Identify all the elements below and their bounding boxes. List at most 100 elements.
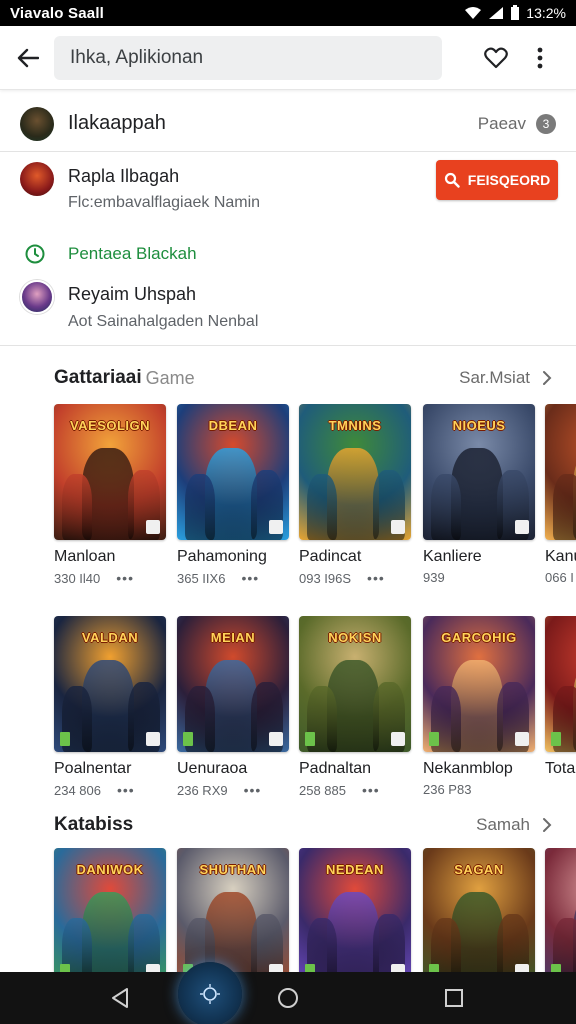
game-logo: MEIAN (210, 629, 256, 645)
game-title: Nekanmblop (423, 760, 513, 777)
game-card[interactable]: GARCOHIG Nekanmblop 236 P83 (423, 616, 535, 797)
suggestion-title: Reyaim Uhspah (68, 284, 197, 304)
wishlist-button[interactable] (480, 42, 512, 74)
suggestion-item[interactable]: Pentaea Blackah (0, 236, 576, 272)
section-header: Katabiss Samah (0, 810, 576, 840)
game-card[interactable]: SHUTHAN (177, 848, 289, 972)
games-carousel[interactable]: VAESOLIGN Manloan 330 Il40 ••• DBEAN Pahamoni… (0, 404, 576, 594)
see-more-label: Sar.Msiat (459, 368, 530, 387)
game-meta: 093 I96S ••• (299, 570, 411, 586)
game-card[interactable]: VAESOLIGN Manloan 330 Il40 ••• (54, 404, 166, 586)
more-dots-icon[interactable]: ••• (367, 570, 385, 586)
game-card[interactable]: DANIWOK (54, 848, 166, 972)
game-meta-text: 330 Il40 (54, 570, 101, 586)
game-logo: SHUTHAN (199, 861, 267, 877)
back-button[interactable] (12, 42, 44, 74)
game-card[interactable]: DBEAN Pahamoning 365 IIX6 ••• (177, 404, 289, 586)
game-card[interactable]: MEIAN Uenuraoa 236 RX9 ••• (177, 616, 289, 798)
game-card[interactable]: T Tota (545, 616, 576, 782)
suggestion-item[interactable]: Ilakaappah Paeav 3 (0, 96, 576, 152)
more-dots-icon[interactable]: ••• (362, 782, 380, 798)
suggestion-item[interactable]: Reyaim Uhspah Aot Sainahalgaden Nenbal (0, 276, 576, 346)
game-card[interactable]: NIOEUS Kanliere 939 (423, 404, 535, 585)
game-meta-text: 236 RX9 (177, 782, 228, 798)
suggestion-title: Pentaea Blackah (68, 244, 197, 263)
more-options-button[interactable] (530, 42, 550, 74)
suggestion-title: Ilakaappah (68, 112, 166, 134)
game-meta-text: 234 806 (54, 782, 101, 798)
game-title: Tota (545, 760, 576, 777)
game-card[interactable] (545, 848, 576, 972)
game-meta-text: 939 (423, 570, 445, 585)
section-title: Gattariaai (54, 367, 142, 388)
see-more-link[interactable]: Samah (476, 815, 552, 835)
game-meta: 236 P83 (423, 782, 535, 797)
chevron-right-icon (543, 371, 552, 385)
search-action-button[interactable]: FEISQEORD (436, 160, 558, 200)
game-card[interactable]: S Kanu 066 I (545, 404, 576, 585)
game-card[interactable]: NEDEAN (299, 848, 411, 972)
game-meta: 066 I (545, 570, 576, 585)
game-cover-image: VALDAN (54, 616, 166, 752)
avatar (20, 162, 54, 196)
more-dots-icon[interactable]: ••• (241, 570, 259, 586)
game-logo: S (551, 412, 576, 438)
nav-home-button[interactable] (258, 972, 318, 1024)
avatar (20, 106, 54, 141)
arrow-left-icon (17, 48, 39, 67)
game-card[interactable]: VALDAN Poalnentar 234 806 ••• (54, 616, 166, 798)
search-action-label: FEISQEORD (467, 172, 551, 188)
game-cover-image: NEDEAN (299, 848, 411, 972)
circle-home-icon (278, 988, 298, 1008)
search-query: Ihka, Aplikionan (70, 46, 204, 68)
assistant-button[interactable] (178, 962, 242, 1024)
section-header: Gattariaai Game Sar.Msiat (0, 363, 576, 393)
game-cover-image: NOKISN (299, 616, 411, 752)
game-meta-text: 066 I (545, 570, 574, 585)
more-dots-icon[interactable]: ••• (244, 782, 262, 798)
nav-back-button[interactable] (90, 972, 150, 1024)
section-title: Katabiss (54, 814, 134, 835)
game-card[interactable]: NOKISN Padnaltan 258 885 ••• (299, 616, 411, 798)
games-carousel[interactable]: VALDAN Poalnentar 234 806 ••• MEIAN Uenuraoa 2… (0, 616, 576, 806)
suggestion-subtitle: Flc:embavalflagiaek Namin (68, 194, 261, 211)
game-title: Pahamoning (177, 548, 267, 565)
search-input[interactable]: Ihka, Aplikionan (54, 35, 442, 80)
game-logo: VAESOLIGN (69, 417, 151, 433)
game-logo: T (551, 624, 576, 650)
game-logo: NIOEUS (452, 417, 506, 433)
rating-badge-icon (269, 520, 283, 534)
game-title: Kanu (545, 548, 576, 565)
see-more-link[interactable]: Sar.Msiat (459, 368, 552, 388)
game-title: Poalnentar (54, 760, 132, 777)
age-rating-icon (551, 964, 561, 972)
suggestion-meta: Paeav 3 (478, 113, 556, 134)
game-logo: VALDAN (81, 629, 139, 645)
age-rating-icon (429, 732, 439, 746)
nav-recents-button[interactable] (424, 972, 484, 1024)
more-dots-icon[interactable]: ••• (116, 570, 134, 586)
game-cover-image: VAESOLIGN (54, 404, 166, 540)
game-title: Padincat (299, 548, 362, 565)
game-logo: NEDEAN (326, 861, 384, 877)
square-recents-icon (445, 989, 463, 1007)
assistant-icon (200, 984, 220, 1004)
games-carousel[interactable]: DANIWOK SHUTHAN NEDEAN SAGAN (0, 848, 576, 972)
game-logo: NOKISN (328, 629, 382, 645)
more-dots-icon[interactable]: ••• (117, 782, 135, 798)
game-title: Uenuraoa (177, 760, 248, 777)
age-rating-icon (551, 732, 561, 746)
rating-badge-icon (269, 964, 283, 972)
age-rating-icon (183, 732, 193, 746)
game-meta: 234 806 ••• (54, 782, 166, 798)
game-card[interactable]: SAGAN (423, 848, 535, 972)
rating-badge-icon (391, 964, 405, 972)
suggestion-item[interactable]: Rapla Ilbagah Flc:embavalflagiaek Namin … (0, 156, 576, 222)
count-badge: 3 (536, 113, 556, 134)
game-meta: 939 (423, 570, 535, 585)
search-header: Ihka, Aplikionan (0, 26, 576, 90)
rating-badge-icon (515, 964, 529, 972)
age-rating-icon (429, 964, 439, 972)
game-card[interactable]: TMNINS Padincat 093 I96S ••• (299, 404, 411, 586)
game-cover-image: GARCOHIG (423, 616, 535, 752)
